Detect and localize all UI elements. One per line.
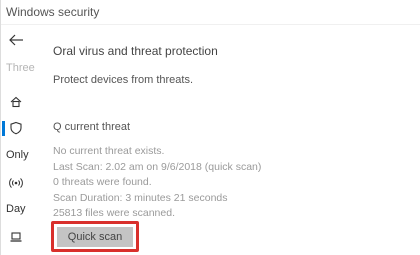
scan-status-list: No current threat exists. Last Scan: 2.0… [53, 144, 261, 222]
status-line: 0 threats were found. [53, 176, 152, 188]
back-arrow-icon[interactable] [7, 31, 25, 49]
laptop-icon[interactable] [9, 230, 23, 244]
sidebar: Three Only Day [1, 25, 37, 255]
window-title: Windows security [6, 5, 100, 19]
active-nav-indicator [2, 121, 5, 136]
shield-icon[interactable] [9, 121, 23, 135]
sidebar-label-three: Three [6, 62, 35, 74]
status-line: No current threat exists. [53, 145, 165, 157]
sidebar-label-only: Only [6, 149, 29, 161]
quick-scan-button[interactable]: Quick scan [57, 227, 133, 247]
status-line: Last Scan: 2.02 am on 9/6/2018 (quick sc… [53, 160, 262, 173]
status-line: Scan Duration: 3 minutes 21 seconds [53, 191, 228, 204]
wireless-icon[interactable] [9, 176, 23, 190]
status-line: 25813 files were scanned. [53, 207, 175, 219]
page-title: Oral virus and threat protection [53, 44, 218, 58]
current-threats-title: Q current threat [53, 121, 131, 133]
titlebar-divider [1, 24, 420, 25]
sidebar-label-day: Day [6, 203, 26, 215]
windows-security-window: Windows security Three Only Day Oral vir… [0, 0, 420, 255]
home-icon[interactable] [9, 95, 23, 109]
page-subtitle: Protect devices from threats. [53, 74, 193, 86]
